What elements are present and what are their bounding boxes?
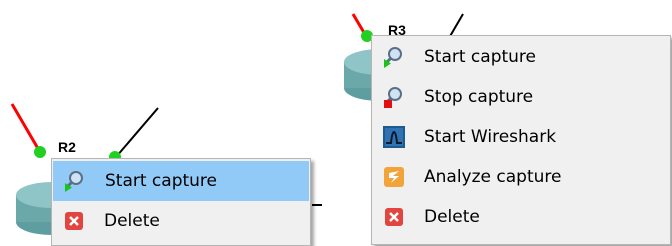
menu-item-start-capture[interactable]: Start capture (372, 37, 670, 77)
magnifier-start-icon (63, 169, 87, 193)
menu-item-start-wireshark[interactable]: Start Wireshark (372, 117, 670, 157)
link-red-r2[interactable] (10, 103, 42, 153)
magnifier-start-icon (382, 45, 406, 69)
menu-item-label: Start capture (424, 47, 537, 67)
menu-item-start-capture[interactable]: Start capture (53, 161, 309, 201)
menu-item-label: Stop capture (424, 87, 534, 107)
menu-item-analyze-capture[interactable]: Analyze capture (372, 157, 670, 197)
router-label-r2: R2 (58, 139, 76, 155)
link-black-r2[interactable] (115, 107, 159, 158)
delete-icon (62, 209, 86, 233)
wireshark-icon (382, 125, 406, 149)
context-menu-right: Start capture Stop capture Start Wiresha… (371, 35, 671, 245)
menu-item-delete[interactable]: Delete (52, 201, 310, 241)
menu-item-label: Analyze capture (424, 167, 562, 187)
menu-item-label: Start Wireshark (424, 127, 557, 147)
magnifier-stop-icon (382, 85, 406, 109)
menu-item-label: Delete (104, 211, 160, 231)
context-menu-left: Start capture Delete (51, 158, 311, 246)
menu-item-label: Start capture (105, 171, 218, 191)
menu-item-delete[interactable]: Delete (372, 197, 670, 237)
menu-item-label: Delete (424, 207, 480, 227)
analyze-icon (382, 165, 406, 189)
port-indicator (34, 146, 46, 158)
menu-item-stop-capture[interactable]: Stop capture (372, 77, 670, 117)
delete-icon (382, 205, 406, 229)
